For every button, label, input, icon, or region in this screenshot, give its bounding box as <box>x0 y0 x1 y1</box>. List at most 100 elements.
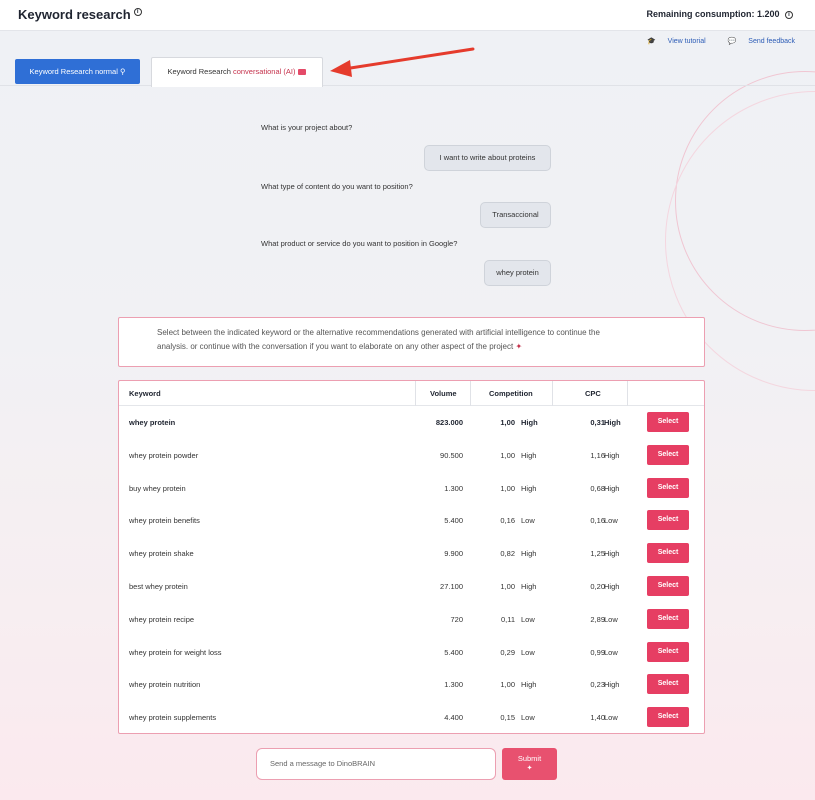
volume-cell: 4.400 <box>444 713 463 723</box>
volume-cell: 5.400 <box>444 516 463 526</box>
volume-cell: 720 <box>450 614 463 624</box>
chat-icon <box>298 69 307 76</box>
competition-level-cell: Low <box>521 713 535 723</box>
sparkles-icon: ✦ <box>515 342 523 351</box>
table-row: whey protein recipe 720 0,11 Low 2,89 Low Sele… <box>119 603 704 636</box>
competition-cell: 0,15 <box>500 713 515 723</box>
competition-level-cell: High <box>521 450 537 460</box>
competition-level-cell: Low <box>521 516 535 526</box>
help-links: 🎓 View tutorial 💬 Send feedback <box>627 37 795 45</box>
competition-cell: 1,00 <box>500 680 515 690</box>
chat-answer-bubble: whey protein <box>484 260 551 286</box>
cpc-level-cell: Low <box>604 516 618 526</box>
volume-cell: 1.300 <box>444 483 463 493</box>
keyword-cell: whey protein powder <box>129 450 199 460</box>
select-button[interactable]: Select <box>647 412 689 432</box>
tab-keyword-research-normal[interactable]: Keyword Research normal ⚲ <box>15 59 140 84</box>
competition-level-cell: High <box>521 418 538 427</box>
ai-notice: Select between the indicated keyword or … <box>118 317 705 367</box>
info-icon[interactable]: i <box>133 8 142 16</box>
volume-cell: 90.500 <box>440 450 463 460</box>
search-icon: ⚲ <box>119 67 126 76</box>
keyword-cell: buy whey protein <box>129 483 186 493</box>
chat-question: What type of content do you want to posi… <box>261 182 413 191</box>
view-tutorial-link[interactable]: 🎓 View tutorial <box>637 38 706 45</box>
sparkles-icon: ✦ <box>526 765 533 772</box>
keyword-cell: whey protein for weight loss <box>129 647 222 657</box>
main-panel: 🎓 View tutorial 💬 Send feedback Keyword … <box>0 31 815 800</box>
column-divider <box>470 381 471 406</box>
tab-keyword-research-ai[interactable]: Keyword Research conversational (AI) <box>151 57 323 87</box>
keyword-cell: whey protein shake <box>129 549 194 559</box>
competition-cell: 0,16 <box>500 516 515 526</box>
message-input[interactable]: Send a message to DinoBRAIN <box>256 748 496 780</box>
cpc-level-cell: High <box>604 450 620 460</box>
cpc-cell: 1,25 <box>590 549 605 559</box>
cpc-cell: 1,40 <box>590 713 605 723</box>
info-icon[interactable]: i <box>785 10 793 19</box>
column-header-keyword[interactable]: Keyword <box>129 381 161 406</box>
cpc-level-cell: Low <box>604 614 618 624</box>
tab-divider <box>0 85 815 86</box>
volume-cell: 27.100 <box>440 582 463 591</box>
notice-text: Select between the indicated keyword or … <box>157 328 600 337</box>
cpc-level-cell: High <box>604 680 620 690</box>
annotation-arrow <box>330 47 475 77</box>
top-bar: Keyword research i Remaining consumption:… <box>0 0 815 31</box>
competition-cell: 0,29 <box>500 647 515 657</box>
chat-answer-bubble: Transaccional <box>480 202 551 228</box>
competition-cell: 1,00 <box>500 450 515 460</box>
table-row: whey protein 823.000 1,00 High 0,31 High Selec… <box>119 406 704 439</box>
volume-cell: 823.000 <box>435 418 463 427</box>
competition-level-cell: High <box>521 582 537 591</box>
competition-cell: 1,00 <box>500 418 515 427</box>
column-header-volume[interactable]: Volume <box>430 381 457 406</box>
cpc-cell: 2,89 <box>590 614 605 624</box>
table-row: best whey protein 27.100 1,00 High 0,20 High S… <box>119 570 704 603</box>
select-button[interactable]: Select <box>647 510 689 531</box>
submit-button[interactable]: Submit ✦ <box>502 748 557 780</box>
select-button[interactable]: Select <box>647 608 689 629</box>
cpc-level-cell: High <box>604 483 620 493</box>
table-row: whey protein supplements 4.400 0,15 Low 1,40… <box>119 701 704 734</box>
select-button[interactable]: Select <box>647 707 689 728</box>
column-header-cpc[interactable]: CPC <box>585 381 601 406</box>
cpc-level-cell: Low <box>604 713 618 723</box>
select-button[interactable]: Select <box>647 543 689 564</box>
competition-level-cell: High <box>521 549 537 559</box>
graduation-cap-icon: 🎓 <box>646 38 656 45</box>
table-row: whey protein shake 9.900 0,82 High 1,25 High S… <box>119 537 704 570</box>
chat-question: What is your project about? <box>261 123 353 132</box>
keyword-cell: whey protein <box>129 418 176 427</box>
cpc-cell: 0,31 <box>590 418 605 427</box>
select-button[interactable]: Select <box>647 444 689 465</box>
remaining-consumption: Remaining consumption: 1.200 i <box>646 9 793 19</box>
competition-level-cell: High <box>521 483 537 493</box>
column-divider <box>552 381 553 406</box>
cpc-cell: 0,99 <box>590 647 605 657</box>
keyword-cell: whey protein benefits <box>129 516 200 526</box>
select-button[interactable]: Select <box>647 477 689 498</box>
send-feedback-link[interactable]: 💬 Send feedback <box>718 38 795 45</box>
keyword-cell: whey protein nutrition <box>129 680 201 690</box>
select-button[interactable]: Select <box>647 641 689 662</box>
table-row: whey protein for weight loss 5.400 0,29 Low… <box>119 636 704 669</box>
select-button[interactable]: Select <box>647 674 689 695</box>
competition-level-cell: High <box>521 680 537 690</box>
cpc-cell: 0,16 <box>590 516 605 526</box>
notice-text: analysis. or continue with the conversat… <box>157 342 514 351</box>
select-button[interactable]: Select <box>647 576 689 596</box>
cpc-level-cell: High <box>604 418 621 427</box>
competition-cell: 1,00 <box>500 483 515 493</box>
competition-cell: 0,82 <box>500 549 515 559</box>
keyword-cell: best whey protein <box>129 582 188 591</box>
chat-bubbles-icon: 💬 <box>727 38 737 45</box>
volume-cell: 5.400 <box>444 647 463 657</box>
keyword-cell: whey protein supplements <box>129 713 217 723</box>
cpc-level-cell: Low <box>604 647 618 657</box>
column-header-competition[interactable]: Competition <box>489 381 533 406</box>
column-divider <box>415 381 416 406</box>
table-row: buy whey protein 1.300 1,00 High 0,68 High Sel… <box>119 472 704 505</box>
competition-level-cell: Low <box>521 614 535 624</box>
page-title: Keyword research i <box>18 7 142 22</box>
